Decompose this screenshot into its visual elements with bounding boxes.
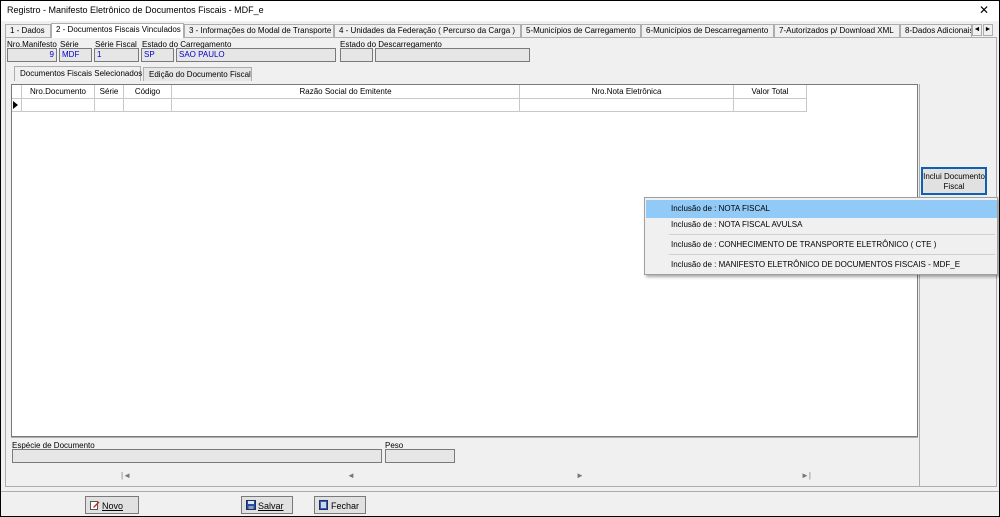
novo-label: Novo [102,501,124,511]
fechar-button[interactable]: Fechar [314,496,366,514]
save-disk-icon [246,500,256,510]
tab-autorizados-download[interactable]: 7-Autorizados p/ Download XML [774,24,900,37]
side-panel [919,84,997,486]
nav-prev-icon[interactable]: ◄ [347,471,355,480]
divider [11,437,918,438]
serie-field[interactable]: MDF [59,48,92,62]
inclui-documento-label-1: Inclui Documento [923,172,985,181]
nav-last-icon[interactable]: ►| [801,471,811,480]
tab-modal-transporte[interactable]: 3 - Informações do Modal de Transporte [184,24,334,37]
window-title: Registro - Manifesto Eletrônico de Docum… [7,5,264,15]
tab-municipios-carregamento[interactable]: 5-Municípios de Carregamento [521,24,641,37]
title-bar: Registro - Manifesto Eletrônico de Docum… [1,1,999,21]
grid-cell[interactable] [734,99,807,112]
subtab-documentos-selecionados[interactable]: Documentos Fiscais Selecionados [14,66,142,81]
grid-cell[interactable] [95,99,124,112]
edit-pencil-icon [90,500,100,510]
peso-field[interactable] [385,449,455,463]
salvar-button[interactable]: Salvar [241,496,293,514]
subtab-edicao-documento[interactable]: Edição do Documento Fiscal [143,67,252,81]
menu-separator [669,234,995,235]
tab-unidades-federacao[interactable]: 4 - Unidades da Federação ( Percurso da … [334,24,521,37]
tab-documentos-fiscais[interactable]: 2 - Documentos Fiscais Vinculados [51,23,184,38]
estado-carregamento-nome-field[interactable]: SAO PAULO [176,48,336,62]
estado-descarregamento-nome-field[interactable] [375,48,530,62]
inclui-documento-label-2: Fiscal [943,182,965,191]
nav-first-icon[interactable]: |◄ [121,471,131,480]
inclusao-context-menu: Inclusão de : NOTA FISCAL Inclusão de : … [644,197,998,275]
grid-row-indicator-header [12,85,22,99]
menu-item-mdfe[interactable]: Inclusão de : MANIFESTO ELETRÔNICO DE DO… [646,256,997,274]
grid-cell[interactable] [124,99,172,112]
estado-descarregamento-uf-field[interactable] [340,48,373,62]
grid-header-codigo[interactable]: Código [124,85,172,99]
tab-scroll-left-icon[interactable]: ◄ [972,24,982,36]
grid-header-nro-documento[interactable]: Nro.Documento [22,85,95,99]
tab-municipios-descarregamento[interactable]: 6-Municípios de Descarregamento [641,24,774,37]
grid-header-razao-social[interactable]: Razão Social do Emitente [172,85,520,99]
footer-bar [1,491,999,516]
tab-dados[interactable]: 1 - Dados [5,24,51,37]
main-tabs: 1 - Dados 2 - Documentos Fiscais Vincula… [5,23,997,38]
tab-scroll-right-icon[interactable]: ► [983,24,993,36]
main-window: Registro - Manifesto Eletrônico de Docum… [0,0,1000,517]
close-icon[interactable]: ✕ [979,3,989,17]
exit-door-icon [319,500,329,510]
nro-manifesto-field[interactable]: 9 [7,48,57,62]
estado-carregamento-uf-field[interactable]: SP [141,48,174,62]
fechar-label: Fechar [331,501,360,511]
serie-fiscal-field[interactable]: 1 [94,48,139,62]
grid-cell[interactable] [22,99,95,112]
nav-next-icon[interactable]: ► [576,471,584,480]
menu-separator [669,254,995,255]
grid-header-nro-nota[interactable]: Nro.Nota Eletrônica [520,85,734,99]
grid-cell[interactable] [520,99,734,112]
novo-button[interactable]: Novo [85,496,139,514]
menu-item-cte[interactable]: Inclusão de : CONHECIMENTO DE TRANSPORTE… [646,236,997,254]
salvar-label: Salvar [258,501,284,511]
grid-header-valor-total[interactable]: Valor Total [734,85,807,99]
grid-cell[interactable] [172,99,520,112]
inclui-documento-button[interactable]: Inclui Documento Fiscal [921,167,987,195]
current-row-arrow-icon [13,101,18,109]
grid-header-serie[interactable]: Série [95,85,124,99]
especie-documento-field[interactable] [12,449,382,463]
tab-dados-adicionais[interactable]: 8-Dados Adicionais [900,24,972,37]
menu-item-nota-fiscal-avulsa[interactable]: Inclusão de : NOTA FISCAL AVULSA [646,216,997,234]
